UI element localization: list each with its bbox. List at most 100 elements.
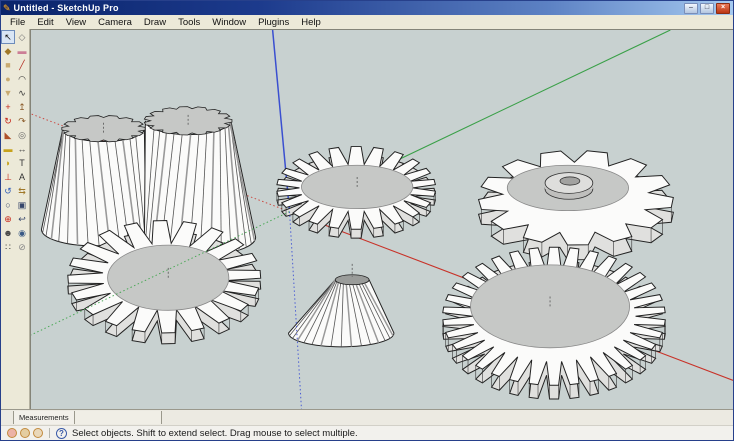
tool-arc[interactable]: ◠: [15, 72, 29, 86]
tool-position-camera[interactable]: ☻: [1, 226, 15, 240]
zoom-window-icon: ▣: [17, 199, 27, 210]
measurements-input[interactable]: [74, 411, 162, 424]
tool-zoom-window[interactable]: ▣: [15, 198, 29, 212]
minimize-button[interactable]: –: [684, 2, 698, 14]
rotate-icon: ↻: [4, 115, 12, 126]
zoom-previous-icon: ↩: [18, 213, 26, 224]
sketchup-app-icon: ✎: [3, 2, 11, 13]
status-indicator-3[interactable]: [33, 428, 43, 438]
menu-plugins[interactable]: Plugins: [252, 17, 295, 28]
tool-section-plane[interactable]: ⊘: [15, 240, 29, 254]
menu-window[interactable]: Window: [206, 17, 252, 28]
measurements-row: Measurements: [1, 409, 733, 425]
tape-measure-icon: ▬: [3, 143, 13, 154]
menu-file[interactable]: File: [4, 17, 31, 28]
circle-icon: ●: [5, 73, 11, 84]
zoom-icon: ○: [5, 199, 11, 210]
tool-axes[interactable]: ⊥: [1, 170, 15, 184]
arc-icon: ◠: [18, 73, 26, 84]
window-title: Untitled - SketchUp Pro: [13, 3, 119, 13]
menu-draw[interactable]: Draw: [138, 17, 172, 28]
tool-pan[interactable]: ⇆: [15, 184, 29, 198]
select-icon: ↖: [4, 31, 12, 42]
tool-orbit[interactable]: ↺: [1, 184, 15, 198]
text-icon: T: [19, 157, 25, 168]
tool-rotate[interactable]: ↻: [1, 114, 15, 128]
walk-icon: ∷: [5, 241, 11, 252]
sketchup-window: ✎ Untitled - SketchUp Pro – □ × File Edit Vi…: [0, 0, 734, 441]
orbit-icon: ↺: [4, 185, 12, 196]
line-icon: ╱: [19, 59, 25, 70]
tool-walk[interactable]: ∷: [1, 240, 15, 254]
menu-edit[interactable]: Edit: [31, 17, 59, 28]
gears-scene: [31, 30, 733, 409]
tool-protractor[interactable]: ◗: [1, 156, 15, 170]
dimension-icon: ↔: [17, 143, 27, 154]
polygon-icon: ▼: [3, 87, 13, 98]
menu-view[interactable]: View: [60, 17, 92, 28]
bevel-ring-gear-bottom-right[interactable]: [442, 246, 666, 400]
viewport-3d[interactable]: [30, 29, 733, 409]
measurements-label: Measurements: [13, 411, 75, 424]
spur-gear-right[interactable]: [477, 150, 674, 261]
statusbar-divider: [49, 428, 50, 438]
tool-look-around[interactable]: ◉: [15, 226, 29, 240]
status-bar: ? Select objects. Shift to extend select…: [1, 425, 733, 440]
position-camera-icon: ☻: [3, 227, 13, 238]
tool-zoom-extents[interactable]: ⊕: [1, 212, 15, 226]
bevel-cone-gear-center[interactable]: [288, 263, 395, 348]
status-indicators: [7, 428, 43, 438]
menu-camera[interactable]: Camera: [92, 17, 138, 28]
pan-icon: ⇆: [18, 185, 26, 196]
paint-bucket-icon: ◆: [4, 45, 12, 56]
make-component-icon: ◇: [18, 31, 26, 42]
menu-bar: File Edit View Camera Draw Tools Window Plugins…: [1, 15, 733, 29]
tool-line[interactable]: ╱: [15, 58, 29, 72]
tool-dimension[interactable]: ↔: [15, 142, 29, 156]
tool-follow-me[interactable]: ↷: [15, 114, 29, 128]
look-around-icon: ◉: [18, 227, 26, 238]
tool-freehand[interactable]: ∿: [15, 86, 29, 100]
tool-polygon[interactable]: ▼: [1, 86, 15, 100]
tool-tape-measure[interactable]: ▬: [1, 142, 15, 156]
push-pull-icon: ↥: [18, 101, 26, 112]
protractor-icon: ◗: [5, 157, 11, 168]
help-icon[interactable]: ?: [56, 427, 67, 439]
rectangle-icon: ■: [5, 59, 11, 70]
tool-push-pull[interactable]: ↥: [15, 100, 29, 114]
tool-select[interactable]: ↖: [1, 30, 15, 44]
close-button[interactable]: ×: [716, 2, 730, 14]
status-indicator-2[interactable]: [20, 428, 30, 438]
menu-help[interactable]: Help: [295, 17, 327, 28]
move-icon: +: [5, 101, 11, 112]
zoom-extents-icon: ⊕: [4, 213, 12, 224]
window-controls: – □ ×: [684, 2, 731, 14]
tool-paint-bucket[interactable]: ◆: [1, 44, 15, 58]
status-indicator-1[interactable]: [7, 428, 17, 438]
tool-zoom-previous[interactable]: ↩: [15, 212, 29, 226]
main-area: ↖ ◇ ◆ ▬ ■ ╱ ● ◠ ▼ ∿ + ↥ ↻ ↷ ◣ ◎ ▬ ↔ ◗ T ⊥ A ↺ ⇆ ○ ▣ ⊕ ↩ ☻ ◉ ∷ ⊘: [1, 29, 733, 409]
tool-make-component[interactable]: ◇: [15, 30, 29, 44]
tool-3d-text[interactable]: A: [15, 170, 29, 184]
section-plane-icon: ⊘: [18, 241, 26, 252]
tool-move[interactable]: +: [1, 100, 15, 114]
tool-scale[interactable]: ◣: [1, 128, 15, 142]
restore-button[interactable]: □: [700, 2, 714, 14]
tool-rectangle[interactable]: ■: [1, 58, 15, 72]
eraser-icon: ▬: [17, 45, 27, 56]
tool-offset[interactable]: ◎: [15, 128, 29, 142]
tool-zoom[interactable]: ○: [1, 198, 15, 212]
follow-me-icon: ↷: [18, 115, 26, 126]
menu-tools[interactable]: Tools: [172, 17, 206, 28]
tool-text[interactable]: T: [15, 156, 29, 170]
scale-icon: ◣: [4, 129, 12, 140]
axes-icon: ⊥: [4, 171, 12, 182]
tool-eraser[interactable]: ▬: [15, 44, 29, 58]
status-hint-text: Select objects. Shift to extend select. …: [72, 427, 358, 439]
tool-circle[interactable]: ●: [1, 72, 15, 86]
3d-text-icon: A: [18, 171, 25, 182]
bevel-crown-gear-top[interactable]: [276, 146, 437, 239]
blue-axis-dotted: [289, 211, 302, 409]
freehand-icon: ∿: [18, 87, 26, 98]
title-bar[interactable]: ✎ Untitled - SketchUp Pro – □ ×: [1, 1, 733, 15]
